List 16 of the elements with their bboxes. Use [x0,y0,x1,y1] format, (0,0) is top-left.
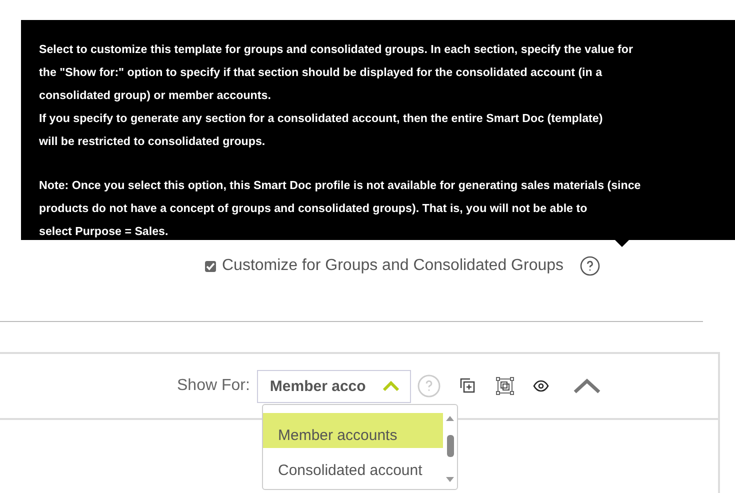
scrollbar[interactable] [445,415,455,483]
show-for-select[interactable]: Member acco [256,370,411,402]
tooltip-text: Select to customize this template for groups and consolidated groups. In each section, specify the value for the "Show for:" option to specify if that section should be displayed for the consolidated account (in a consolidated group) or member accounts. If you specify to generate any section for a consolidated account, then the entire Smart Doc (template) will be restricted to consolidated groups. [39,42,634,150]
eye-icon[interactable] [532,380,549,392]
checkbox-label: Customize for Groups and Consolidated Groups [222,257,564,275]
help-icon [416,374,441,398]
frame-icon[interactable] [494,376,515,396]
checkbox[interactable] [205,260,216,272]
collapse-icon[interactable] [572,378,601,394]
help-icon[interactable] [580,256,600,276]
add-copy-icon[interactable] [458,377,477,395]
dropdown-option[interactable]: Member accounts [263,413,443,448]
chevron-icon [382,380,400,392]
tooltip-text: Note: Once you select this option, this Smart Doc profile is not available for generating sales materials (since products do not have a concept of groups and consolidated groups). That is, you will not be able to select Purpose = Sales. [39,178,642,240]
dropdown-option[interactable]: Consolidated account [263,448,443,483]
show-for-label: Show For: [177,377,250,395]
